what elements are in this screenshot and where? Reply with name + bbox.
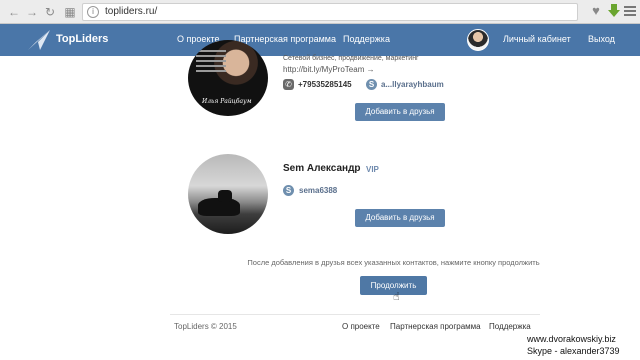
page-info-icon[interactable]: i: [87, 6, 99, 18]
forward-icon[interactable]: →: [24, 4, 40, 20]
bio-text: Сетевой бизнес, продвижение, маркетинг: [283, 55, 419, 62]
apps-icon[interactable]: ▦: [62, 4, 78, 20]
continue-hint: После добавления в друзья всех указанных…: [247, 258, 540, 267]
skype-login[interactable]: a...llyarayhbaum: [381, 80, 444, 89]
skype-icon: S: [283, 185, 294, 196]
watermark-skype: Skype - alexander3739: [527, 346, 620, 356]
reload-icon[interactable]: ↻: [42, 4, 58, 20]
nav-cabinet[interactable]: Личный кабинет: [503, 34, 571, 44]
url-text: topliders.ru/: [105, 6, 158, 17]
profile-link[interactable]: http://bit.ly/MyProTeam →: [283, 65, 375, 74]
footer-divider: [170, 314, 540, 315]
photo-text-lines: [196, 50, 226, 75]
footer-support-link[interactable]: Поддержка: [489, 322, 531, 331]
footer-copyright: TopLiders © 2015: [174, 322, 237, 331]
skype-login[interactable]: sema6388: [299, 186, 337, 195]
download-extension-icon[interactable]: [608, 3, 620, 19]
browser-toolbar: ← → ↻ ▦ i topliders.ru/ ♥: [0, 0, 640, 24]
site-header: TopLiders О проекте Партнерская программ…: [0, 24, 640, 56]
nav-partner[interactable]: Партнерская программа: [234, 34, 336, 44]
photo-person-silhouette: [218, 190, 232, 202]
hand-cursor-icon: ☝: [393, 291, 400, 303]
user-name[interactable]: Sem Александр: [283, 163, 361, 174]
user-photo: Илья Райцбаум: [188, 40, 268, 116]
phone-icon: ✆: [283, 79, 294, 90]
logo-icon[interactable]: [26, 28, 52, 52]
watermark-site: www.dvorakowskiy.biz: [527, 334, 616, 344]
nav-logout[interactable]: Выход: [588, 34, 615, 44]
footer-partner-link[interactable]: Партнерская программа: [390, 322, 481, 331]
vip-badge: VIP: [366, 165, 379, 174]
nav-support[interactable]: Поддержка: [343, 34, 390, 44]
phone-number: +79535285145: [298, 80, 352, 89]
menu-icon[interactable]: [624, 4, 636, 18]
logo-text[interactable]: TopLiders: [56, 33, 108, 45]
back-icon[interactable]: ←: [6, 4, 22, 20]
skype-icon: S: [366, 79, 377, 90]
photo-signature: Илья Райцбаум: [202, 98, 252, 105]
avatar[interactable]: [467, 29, 489, 51]
address-bar[interactable]: i topliders.ru/: [82, 3, 578, 21]
user-photo: [188, 154, 268, 234]
add-friend-button[interactable]: Добавить в друзья: [355, 103, 445, 121]
add-friend-button[interactable]: Добавить в друзья: [355, 209, 445, 227]
bookmark-heart-icon[interactable]: ♥: [588, 3, 604, 19]
footer-about-link[interactable]: О проекте: [342, 322, 380, 331]
